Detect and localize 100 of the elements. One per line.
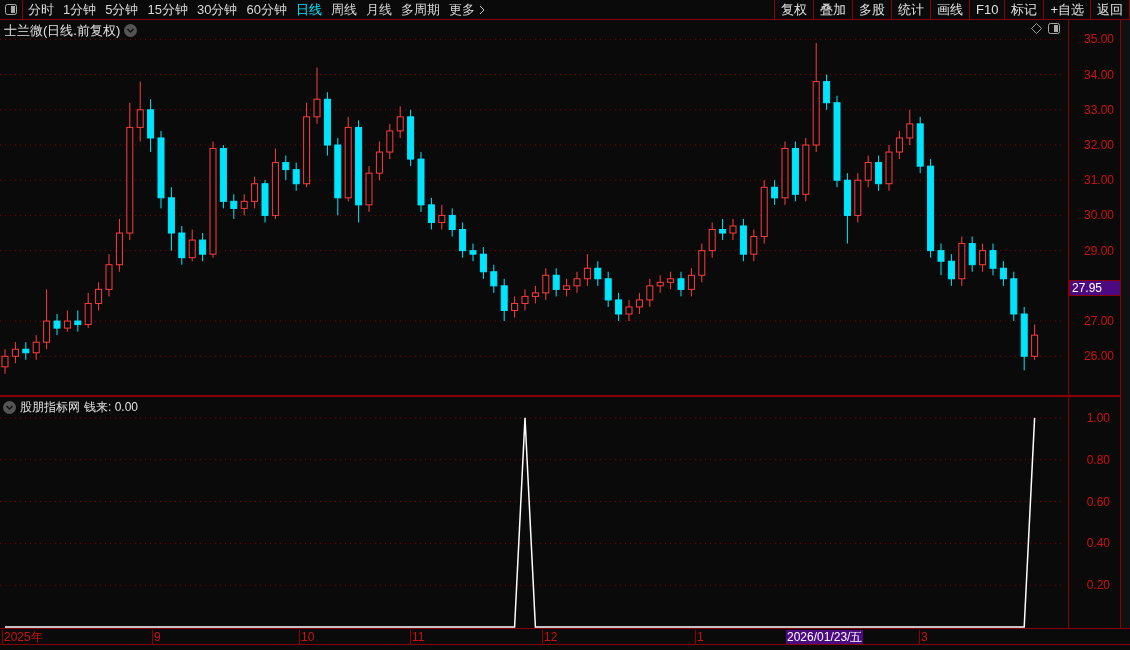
candle: [261, 179, 269, 223]
candle: [885, 144, 893, 192]
candle: [791, 141, 799, 202]
candle: [979, 243, 987, 273]
period-tab[interactable]: 5分钟: [105, 0, 139, 20]
candle: [906, 109, 914, 146]
candle: [396, 105, 404, 139]
candle: [854, 172, 862, 223]
axis-tick-label: 1.00: [1086, 411, 1110, 424]
candle: [687, 267, 695, 297]
candle: [219, 144, 227, 209]
candle: [895, 130, 903, 160]
candle: [521, 288, 529, 311]
candle: [916, 116, 924, 174]
chevron-down-icon[interactable]: [124, 24, 138, 38]
candle: [625, 299, 633, 322]
candle: [84, 292, 92, 329]
candle: [63, 310, 71, 333]
candle: [53, 313, 61, 336]
axis-tick-label: 0.40: [1086, 537, 1110, 550]
panel-toggle-icon: [5, 4, 17, 15]
toolbar-button[interactable]: 多股: [853, 0, 892, 19]
candle: [708, 221, 716, 259]
candle: [563, 278, 571, 297]
candle: [417, 151, 425, 213]
axis-tick-label: 0.80: [1086, 453, 1110, 466]
candle: [719, 218, 727, 241]
candle: [781, 141, 789, 206]
period-tab[interactable]: 60分钟: [246, 0, 287, 20]
candle: [750, 229, 758, 262]
candle: [1031, 324, 1039, 361]
candle: [1020, 306, 1028, 371]
candle: [656, 274, 664, 294]
cursor-date-label: 2026/01/23/五: [786, 630, 864, 644]
candle: [323, 91, 331, 157]
axis-tick-label: 26.00: [1083, 350, 1114, 363]
candle: [448, 207, 456, 238]
toolbar-button[interactable]: 画线: [931, 0, 970, 19]
period-tab[interactable]: 30分钟: [196, 0, 238, 20]
candle: [386, 123, 394, 160]
candle: [313, 67, 321, 125]
period-tab[interactable]: 日线: [295, 0, 322, 20]
diamond-icon[interactable]: [1031, 23, 1042, 34]
axis-tick-label: 30.00: [1083, 209, 1114, 222]
candle: [74, 310, 82, 333]
date-axis-label: 11: [410, 630, 425, 644]
toolbar-button[interactable]: F10: [970, 0, 1006, 19]
chevron-down-icon[interactable]: [3, 400, 16, 414]
toolbar-button[interactable]: 返回: [1091, 0, 1130, 19]
candle: [427, 197, 435, 230]
candle: [583, 253, 591, 287]
candle: [240, 193, 248, 216]
period-tab[interactable]: 15分钟: [147, 0, 188, 20]
date-axis-label: 3: [919, 630, 928, 644]
period-tab[interactable]: 周线: [330, 0, 357, 20]
axis-tick-label: 35.00: [1083, 33, 1114, 46]
chart-title: 士兰微(日线.前复权): [4, 22, 121, 40]
candle: [178, 225, 186, 266]
candle: [698, 243, 706, 283]
period-tab[interactable]: 更多: [448, 0, 485, 20]
candle: [147, 98, 155, 153]
candle: [199, 232, 207, 262]
toolbar-button[interactable]: 标记: [1005, 0, 1045, 19]
candle: [594, 260, 602, 287]
toolbar-button[interactable]: 复权: [775, 0, 814, 19]
candle: [490, 264, 498, 294]
candle: [230, 193, 238, 220]
candle: [615, 292, 623, 322]
candle: [573, 271, 581, 294]
date-axis-label: 10: [299, 630, 315, 644]
period-tab[interactable]: 多周期: [400, 0, 440, 20]
candle: [542, 267, 550, 301]
candle: [365, 165, 373, 213]
candle: [864, 155, 872, 188]
candle: [188, 229, 196, 262]
candle: [292, 162, 300, 192]
toolbar-button[interactable]: 统计: [892, 0, 931, 19]
candle: [999, 260, 1007, 287]
candle: [115, 218, 123, 273]
candle: [604, 271, 612, 308]
candle: [958, 236, 966, 287]
candle: [947, 253, 955, 287]
period-tab[interactable]: 月线: [365, 0, 392, 20]
toolbar-button[interactable]: 叠加: [814, 0, 853, 19]
candle: [552, 267, 560, 297]
candle: [95, 281, 103, 311]
period-tab[interactable]: 分时: [28, 0, 54, 20]
candle: [43, 288, 51, 350]
candle: [271, 148, 279, 220]
candle: [22, 341, 30, 361]
panel-toggle-icon[interactable]: [1048, 23, 1060, 34]
toolbar-button[interactable]: +自选: [1044, 0, 1091, 19]
period-tab[interactable]: 1分钟: [63, 0, 97, 20]
axis-tick-label: 0.60: [1086, 495, 1110, 508]
candle: [1010, 271, 1018, 322]
candle: [646, 278, 654, 308]
candle: [282, 155, 290, 181]
candle: [375, 141, 383, 181]
date-axis-label: 12: [542, 630, 558, 644]
candle: [407, 109, 415, 167]
